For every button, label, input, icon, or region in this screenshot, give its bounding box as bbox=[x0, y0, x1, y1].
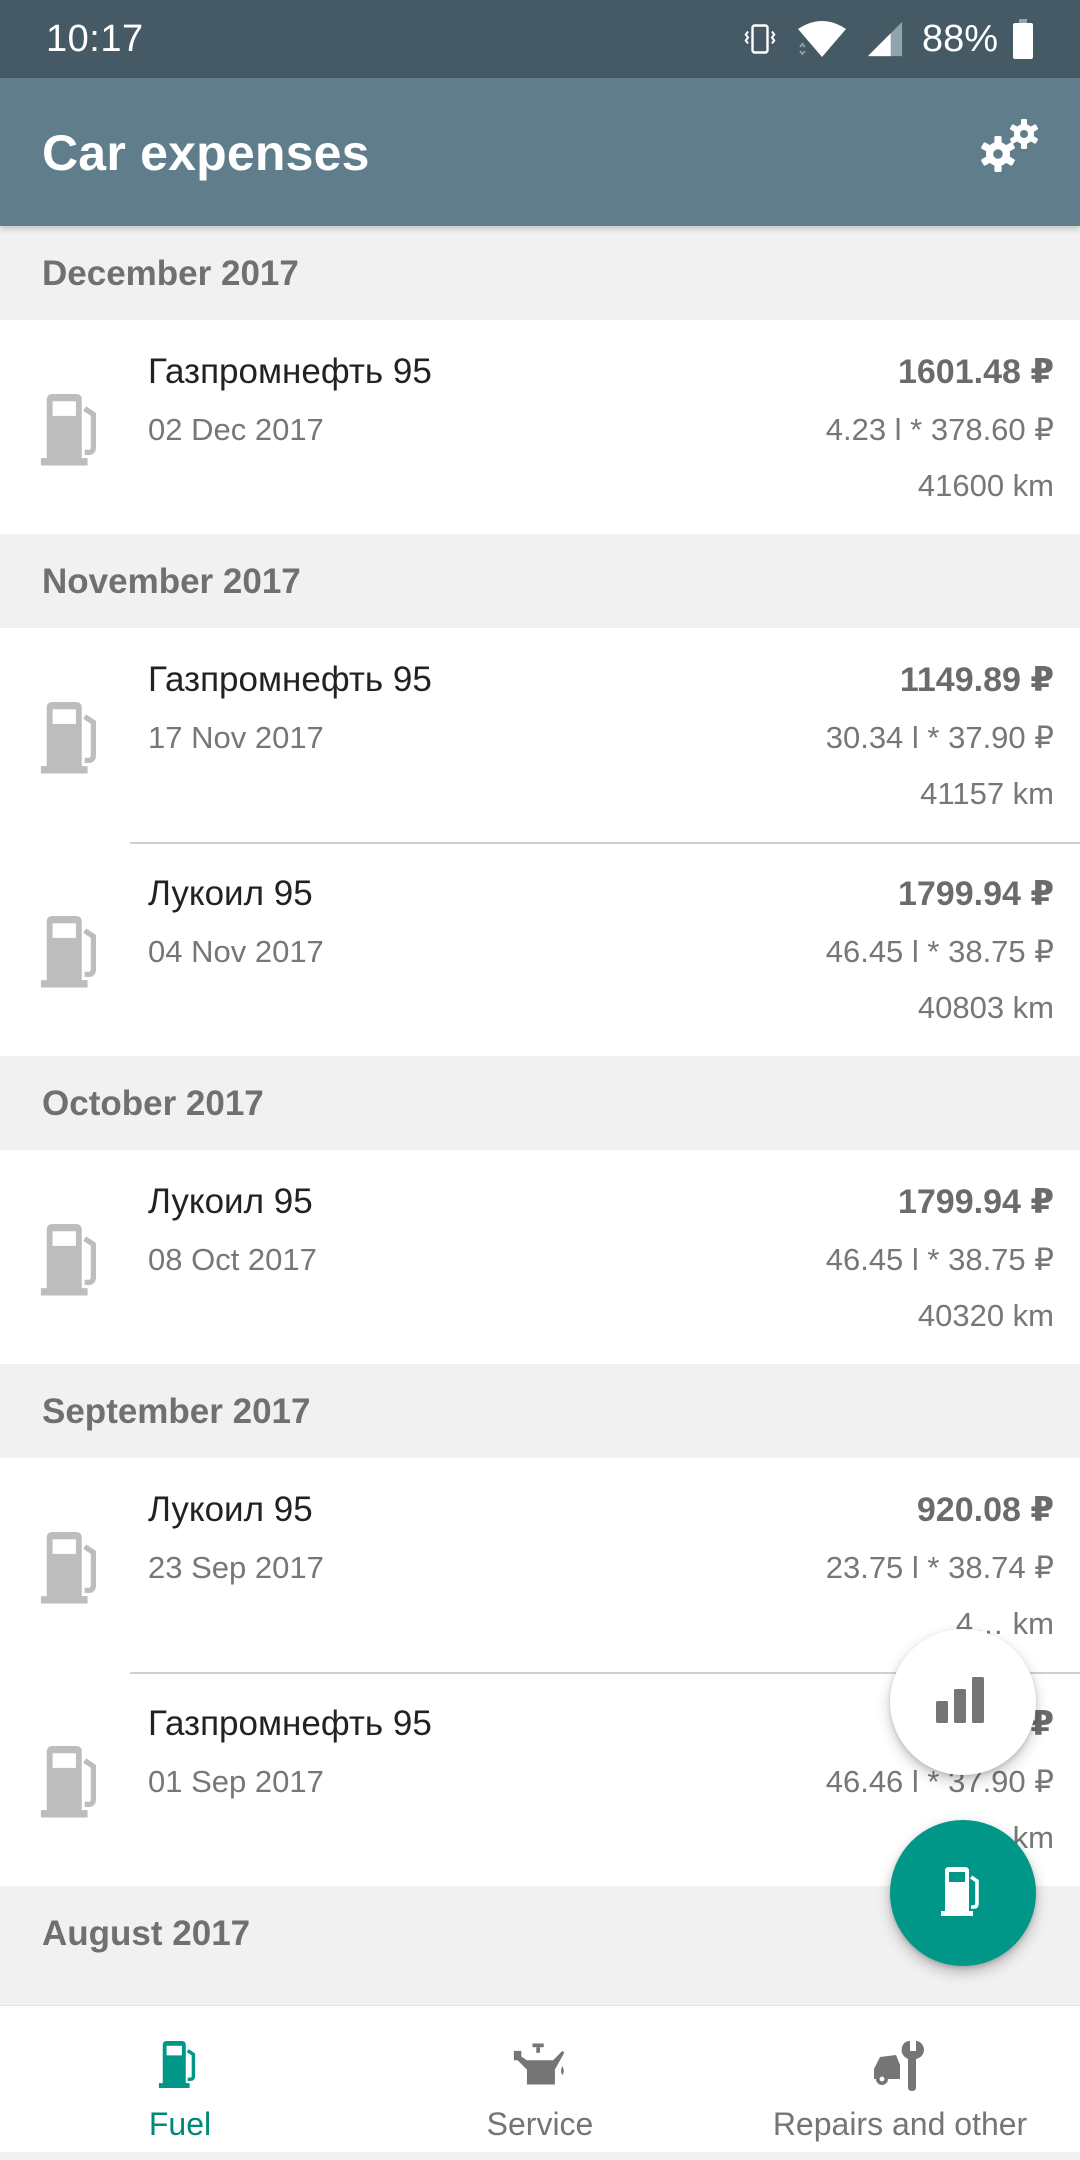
nav-tab-repairs[interactable]: Repairs and other bbox=[720, 2006, 1080, 2152]
entry-date: 02 Dec 2017 bbox=[148, 412, 324, 447]
station-name: Лукоил 95 bbox=[148, 1490, 313, 1529]
entry-volume-price: 46.45 l * 38.75 ₽ bbox=[825, 1242, 1054, 1277]
station-name: Газпромнефть 95 bbox=[148, 660, 432, 699]
list-item[interactable]: Газпромнефть 95 17 Nov 2017 1149.89 ₽ 30… bbox=[0, 628, 1080, 842]
entry-date: 08 Oct 2017 bbox=[148, 1242, 317, 1277]
nav-tab-service[interactable]: Service bbox=[360, 2006, 720, 2152]
entry-volume-price: 4.23 l * 378.60 ₽ bbox=[825, 412, 1054, 447]
bottom-navigation: Fuel Service Repairs and other bbox=[0, 2005, 1080, 2152]
battery-icon bbox=[1012, 19, 1034, 59]
entry-amount: 920.08 ₽ bbox=[916, 1491, 1054, 1529]
entry-date: 23 Sep 2017 bbox=[148, 1550, 324, 1585]
entry-amount: 1601.48 ₽ bbox=[897, 353, 1054, 391]
fuel-pump-icon bbox=[38, 390, 108, 468]
list-item[interactable]: Лукоил 95 23 Sep 2017 920.08 ₽ 23.75 l *… bbox=[0, 1458, 1080, 1672]
entry-date: 04 Nov 2017 bbox=[148, 934, 324, 969]
station-name: Газпромнефть 95 bbox=[148, 352, 432, 391]
entry-odometer: 41600 km bbox=[917, 468, 1054, 503]
app-title: Car expenses bbox=[42, 125, 370, 181]
battery-percent: 88% bbox=[921, 17, 998, 60]
section-header: November 2017 bbox=[0, 534, 1080, 628]
entry-volume-price: 30.34 l * 37.90 ₽ bbox=[825, 720, 1054, 755]
list-item[interactable]: Газпромнефть 95 02 Dec 2017 1601.48 ₽ 4.… bbox=[0, 320, 1080, 534]
entry-amount: 1149.89 ₽ bbox=[899, 661, 1054, 699]
add-fuel-fab[interactable] bbox=[890, 1820, 1036, 1966]
fuel-pump-icon bbox=[38, 698, 108, 776]
entry-amount: 1799.94 ₽ bbox=[897, 875, 1054, 913]
entry-date: 01 Sep 2017 bbox=[148, 1764, 324, 1799]
statistics-fab[interactable] bbox=[890, 1629, 1036, 1775]
nav-label-fuel: Fuel bbox=[148, 2106, 212, 2142]
bar-chart-icon bbox=[936, 1676, 990, 1728]
fuel-pump-icon bbox=[38, 1742, 108, 1820]
status-bar: 10:17 88% bbox=[0, 0, 1080, 78]
status-time: 10:17 bbox=[46, 18, 144, 60]
entry-odometer: 40803 km bbox=[917, 990, 1054, 1025]
list-item[interactable]: Лукоил 95 04 Nov 2017 1799.94 ₽ 46.45 l … bbox=[0, 842, 1080, 1056]
cell-signal-icon bbox=[866, 20, 904, 58]
nav-tab-fuel[interactable]: Fuel bbox=[0, 2006, 360, 2152]
station-name: Лукоил 95 bbox=[148, 1182, 313, 1221]
list-item[interactable]: Лукоил 95 08 Oct 2017 1799.94 ₽ 46.45 l … bbox=[0, 1150, 1080, 1364]
status-icons: 88% bbox=[742, 14, 1034, 64]
vibrate-icon bbox=[742, 21, 778, 57]
nav-label-repairs: Repairs and other bbox=[772, 2106, 1028, 2142]
nav-label-service: Service bbox=[486, 2106, 594, 2142]
settings-button[interactable] bbox=[970, 108, 1050, 188]
car-wrench-icon bbox=[872, 2036, 928, 2092]
app-bar: Car expenses bbox=[0, 78, 1080, 226]
fuel-pump-icon bbox=[152, 2036, 208, 2092]
fuel-pump-icon bbox=[38, 1220, 108, 1298]
section-header: October 2017 bbox=[0, 1056, 1080, 1150]
fuel-pump-icon bbox=[38, 912, 108, 990]
entry-odometer: 40320 km bbox=[917, 1298, 1054, 1333]
settings-icon bbox=[978, 116, 1042, 181]
entry-odometer: 41157 km bbox=[920, 776, 1054, 811]
wifi-icon bbox=[796, 19, 848, 59]
entry-volume-price: 23.75 l * 38.74 ₽ bbox=[825, 1550, 1054, 1585]
oil-can-icon bbox=[512, 2036, 568, 2092]
entry-date: 17 Nov 2017 bbox=[148, 720, 324, 755]
section-header: December 2017 bbox=[0, 226, 1080, 320]
station-name: Газпромнефть 95 bbox=[148, 1704, 432, 1743]
entry-volume-price: 46.45 l * 38.75 ₽ bbox=[825, 934, 1054, 969]
fuel-pump-icon bbox=[939, 1865, 987, 1922]
bottom-strip bbox=[0, 2152, 1080, 2160]
fuel-pump-icon bbox=[38, 1528, 108, 1606]
entry-amount: 1799.94 ₽ bbox=[897, 1183, 1054, 1221]
section-header: September 2017 bbox=[0, 1364, 1080, 1458]
station-name: Лукоил 95 bbox=[148, 874, 313, 913]
